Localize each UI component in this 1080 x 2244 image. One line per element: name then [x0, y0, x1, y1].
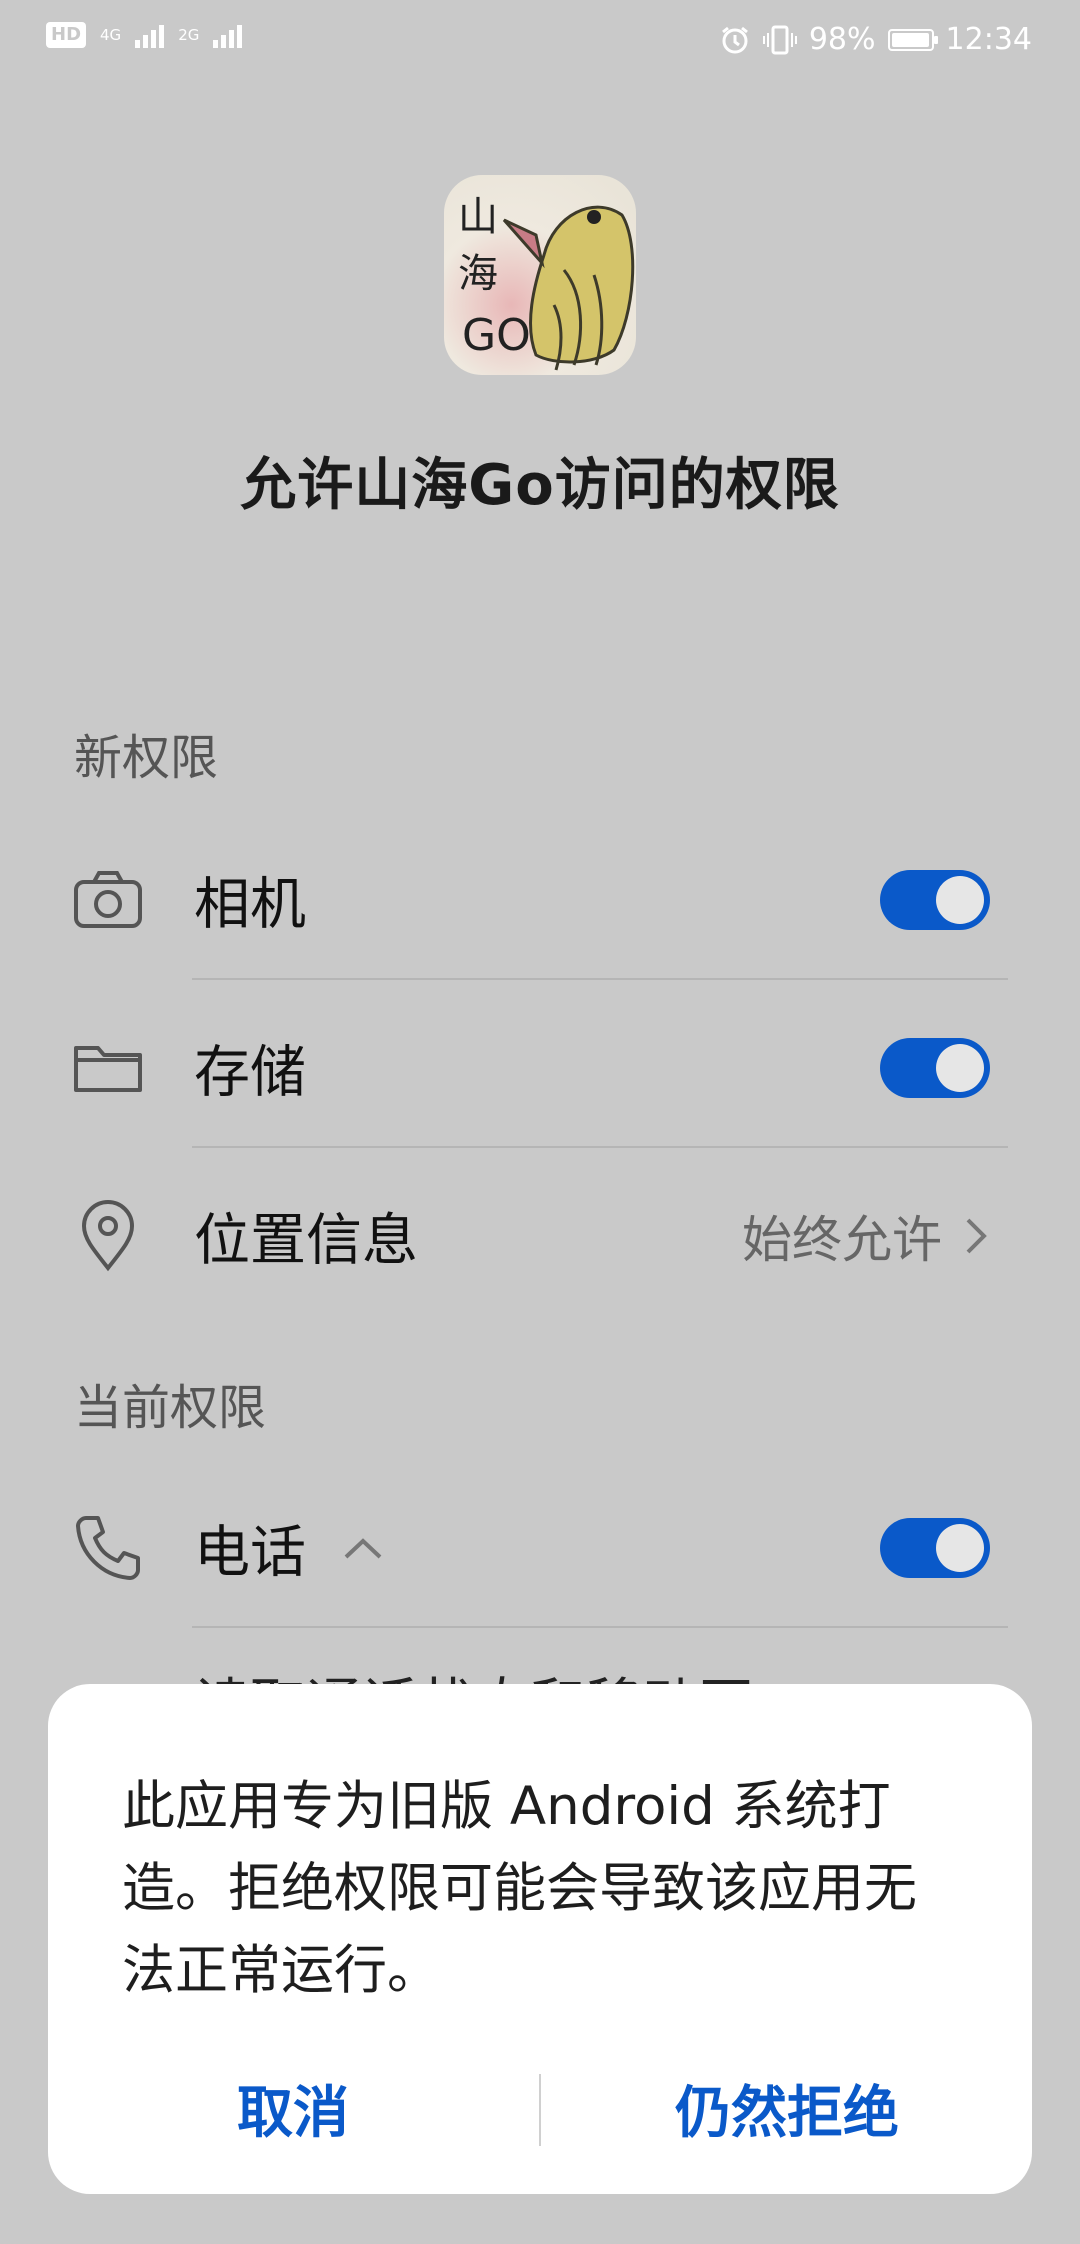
network-type-1: 4G	[100, 26, 122, 44]
permission-label-location: 位置信息	[194, 1208, 418, 1274]
clock: 12:34	[945, 22, 1032, 57]
app-icon: 山 海 GO	[444, 175, 636, 375]
camera-icon	[74, 871, 142, 928]
vibrate-icon	[762, 25, 797, 54]
section-new-permissions: 新权限	[74, 730, 219, 786]
battery-level-fill	[891, 32, 929, 47]
page-title: 允许山海Go访问的权限	[240, 453, 840, 518]
divider	[192, 978, 1008, 980]
dialog-message: 此应用专为旧版 Android 系统打造。拒绝权限可能会导致该应用无法正常运行。	[122, 1776, 917, 2001]
folder-icon	[74, 1046, 142, 1092]
deny-anyway-button[interactable]: 仍然拒绝	[582, 2064, 992, 2164]
permission-row-camera[interactable]: 相机	[0, 820, 1080, 980]
status-bar: HD 4G 2G 98% 12:34	[0, 0, 1080, 84]
phone-icon	[76, 1516, 140, 1580]
hd-badge: HD	[46, 22, 87, 48]
toggle-knob	[936, 1044, 984, 1092]
divider	[192, 1626, 1008, 1628]
phone-toggle[interactable]	[880, 1518, 990, 1578]
camera-toggle[interactable]	[880, 870, 990, 930]
button-separator	[539, 2074, 541, 2146]
status-bar-left: HD 4G 2G	[46, 22, 243, 48]
warning-dialog: 此应用专为旧版 Android 系统打造。拒绝权限可能会导致该应用无法正常运行。…	[48, 1684, 1032, 2194]
permission-row-storage[interactable]: 存储	[0, 988, 1080, 1148]
icon-text-mid: 海	[458, 251, 498, 297]
icon-text-top: 山	[458, 194, 498, 240]
permission-row-location[interactable]: 位置信息 始终允许	[0, 1156, 1080, 1316]
storage-toggle[interactable]	[880, 1038, 990, 1098]
chevron-right-icon	[966, 1218, 987, 1254]
alarm-icon	[721, 26, 748, 53]
battery-icon	[887, 28, 938, 51]
network-type-2: 2G	[178, 26, 200, 44]
signal-strength-icon	[135, 22, 165, 48]
permission-row-phone[interactable]: 电话	[0, 1468, 1080, 1628]
permission-label-camera: 相机	[194, 872, 306, 938]
permission-label-phone: 电话	[194, 1520, 306, 1586]
chevron-up-icon[interactable]	[340, 1533, 386, 1563]
toggle-knob	[936, 876, 984, 924]
toggle-knob	[936, 1524, 984, 1572]
permission-label-storage: 存储	[194, 1040, 306, 1106]
divider	[192, 1146, 1008, 1148]
battery-percent: 98%	[808, 22, 876, 57]
location-value: 始终允许	[742, 1211, 942, 1269]
location-pin-icon	[81, 1200, 135, 1272]
status-bar-right: 98% 12:34	[719, 22, 1032, 57]
section-current-permissions: 当前权限	[74, 1380, 267, 1436]
signal-strength-2-icon	[213, 22, 243, 48]
cancel-button[interactable]: 取消	[88, 2064, 498, 2164]
icon-text-bottom: GO	[462, 310, 531, 361]
